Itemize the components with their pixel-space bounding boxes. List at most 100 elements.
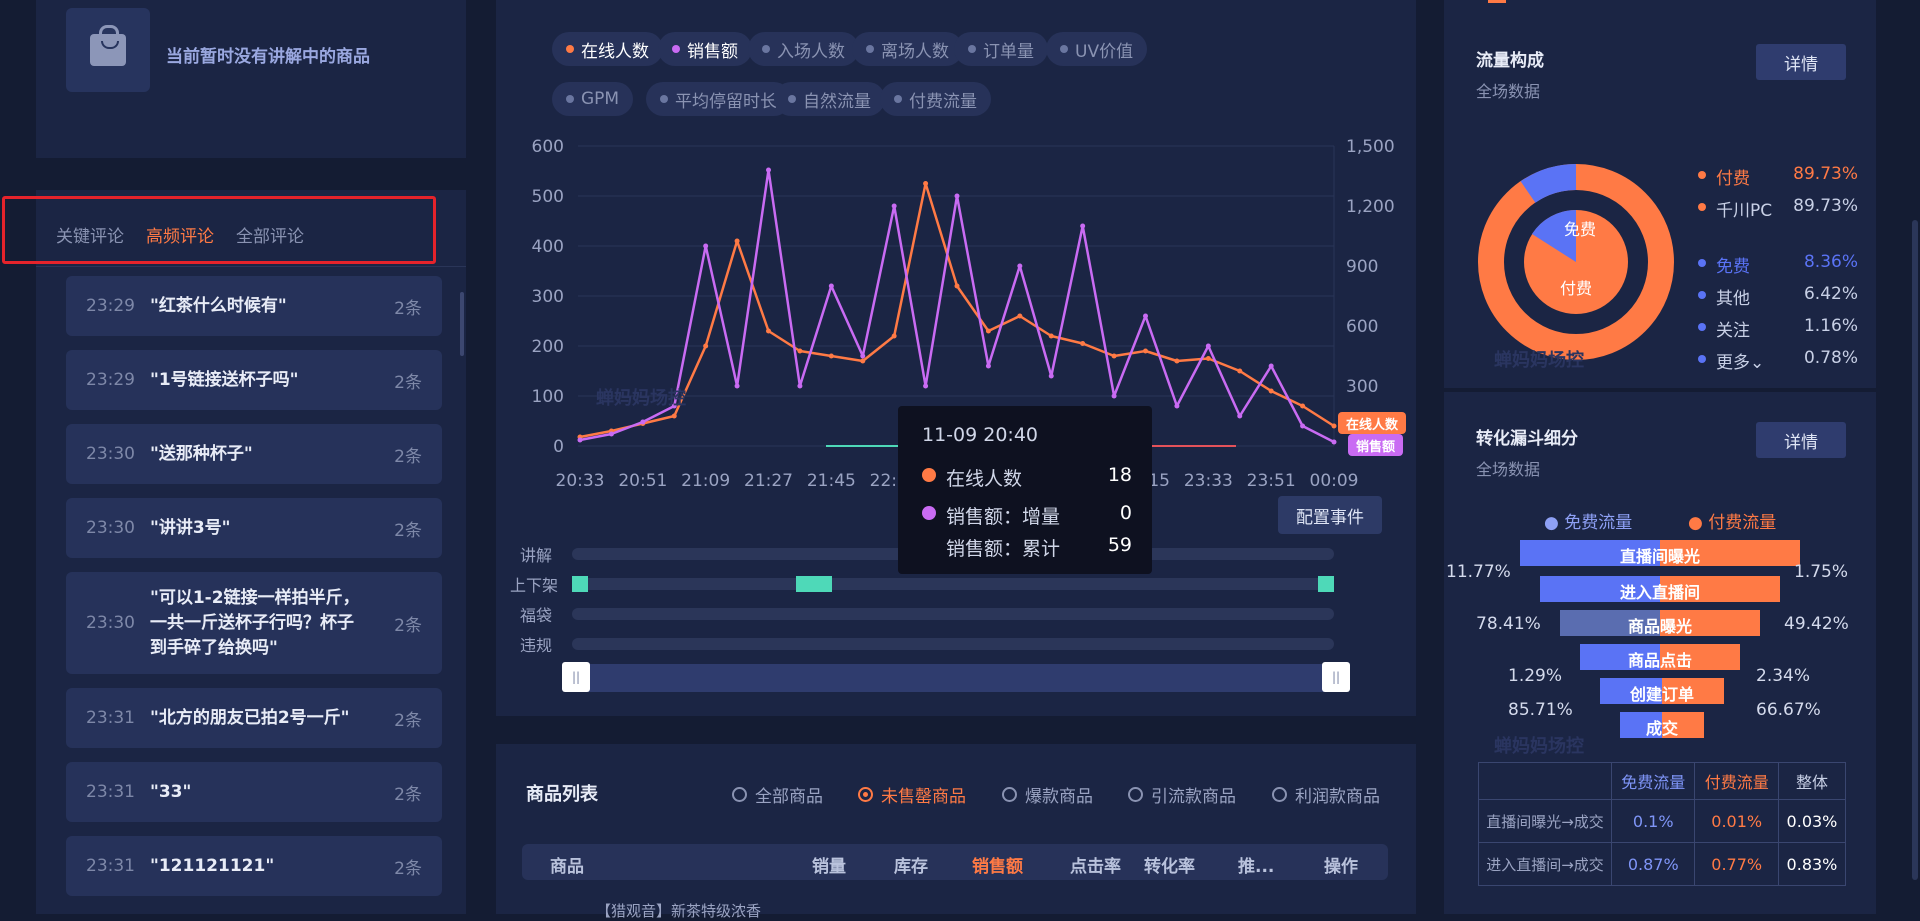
y-left-tick-label: 600 (532, 137, 564, 157)
col-sales[interactable]: 销量 (812, 852, 846, 877)
comment-item[interactable]: 23:30 "送那种杯子" 2条 (66, 424, 442, 484)
slider-handle-right[interactable]: || (1322, 662, 1350, 692)
flow-subtitle: 全场数据 (1476, 82, 1541, 101)
track-label-violation: 违规 (520, 636, 553, 655)
donut-label-paid: 付费 (1560, 279, 1592, 298)
comment-item[interactable]: 23:31 "121121121" 2条 (66, 836, 442, 896)
flow-legend-item: 关注 1.16% (1698, 316, 1858, 341)
tab-frequent-comments[interactable]: 高频评论 (146, 222, 214, 247)
data-point (1300, 423, 1306, 429)
filter-traffic-products[interactable]: 引流款商品 (1128, 782, 1236, 807)
table-row: 直播间曝光→成交 0.1% 0.01% 0.03% (1478, 799, 1847, 843)
data-point (766, 167, 771, 173)
tooltip-time: 11-09 20:40 (922, 424, 1039, 446)
data-point (1143, 313, 1148, 319)
cell-paid: 0.77% (1694, 842, 1779, 886)
funnel-step-label: 商品点击 (1627, 651, 1692, 670)
flow-legend-item: 付费 89.73% (1698, 164, 1858, 189)
funnel-right-pct: 66.67% (1756, 700, 1821, 720)
col-revenue[interactable]: 销售额 (972, 852, 1023, 877)
time-range-slider[interactable]: || || (562, 662, 1350, 692)
product-list-title: 商品列表 (526, 784, 598, 805)
comment-scrollbar[interactable] (460, 292, 464, 356)
comment-item[interactable]: 23:31 "33" 2条 (66, 762, 442, 822)
legend-dot (1698, 259, 1706, 267)
data-point (640, 419, 646, 425)
data-point (797, 383, 803, 389)
x-tick-label: 20:51 (618, 471, 667, 491)
funnel-step[interactable]: 商品曝光 (1560, 610, 1760, 636)
data-point (923, 181, 929, 186)
row-label: 进入直播间→成交 (1478, 842, 1612, 886)
page-scrollbar[interactable] (1912, 220, 1918, 880)
funnel-left-pct: 11.77% (1446, 562, 1511, 582)
filter-all-products[interactable]: 全部商品 (732, 782, 823, 807)
data-point (1331, 423, 1337, 429)
funnel-step[interactable]: 创建订单 (1600, 678, 1724, 704)
conversion-funnel-panel: 转化漏斗细分 全场数据 详情 ● 免费流量 ● 付费流量 直播间曝光 进入直播间商… (1444, 392, 1876, 914)
legend-dot (1698, 323, 1706, 331)
funnel-step[interactable]: 进入直播间 (1540, 576, 1780, 602)
comment-item[interactable]: 23:29 "1号链接送杯子吗" 2条 (66, 350, 442, 410)
data-point (1205, 343, 1211, 349)
flow-legend-item: 千川PC 89.73% (1698, 196, 1858, 221)
filter-unsold-out[interactable]: 未售罄商品 (858, 782, 966, 807)
tab-key-comments[interactable]: 关键评论 (56, 222, 124, 247)
product-row-name[interactable]: 【猎观音】新茶特级浓香 (596, 900, 761, 921)
comment-item[interactable]: 23:29 "红茶什么时候有" 2条 (66, 276, 442, 336)
comment-text: "北方的朋友已拍2号一斤" (150, 707, 350, 728)
y-right-tick-label: 300 (1346, 377, 1378, 397)
comment-item[interactable]: 23:30 "可以1-2链接一样拍半斤，一共一斤送杯子行吗？杯子到手碎了给换吗" 2… (66, 572, 442, 674)
shopping-bag-icon (66, 8, 150, 92)
y-left-tick-label: 0 (553, 437, 564, 457)
funnel-step[interactable]: 商品点击 (1580, 644, 1740, 670)
listing-segment[interactable] (572, 576, 588, 592)
config-event-button[interactable]: 配置事件 (1278, 496, 1382, 534)
table-header: 整体 (1777, 762, 1847, 800)
filter-hot-products[interactable]: 爆款商品 (1002, 782, 1093, 807)
col-stock[interactable]: 库存 (894, 852, 928, 877)
data-point (985, 363, 991, 369)
funnel-subtitle: 全场数据 (1476, 460, 1541, 479)
data-point (1111, 393, 1117, 399)
cell-total: 0.03% (1777, 799, 1847, 843)
flow-detail-button[interactable]: 详情 (1756, 44, 1846, 80)
col-product: 商品 (550, 857, 584, 877)
col-ctr[interactable]: 点击率 (1070, 852, 1121, 877)
listing-segment[interactable] (796, 576, 832, 592)
comment-time: 23:31 (86, 856, 135, 876)
traffic-donut-chart[interactable]: 免费 付费 (1476, 162, 1676, 362)
tab-indicator (1488, 0, 1506, 3)
data-point (608, 431, 614, 437)
watermark-text: 蝉妈妈场控 (596, 388, 686, 409)
y-right-tick-label: 1,200 (1346, 197, 1395, 217)
data-point (1300, 403, 1306, 409)
comment-text: "33" (150, 781, 192, 802)
flow-legend-item[interactable]: 更多⌄ 0.78% (1698, 348, 1858, 373)
data-point (1048, 333, 1054, 339)
legend-dot (1698, 291, 1706, 299)
col-promo[interactable]: 推... (1238, 852, 1274, 877)
comment-item[interactable]: 23:30 "讲讲3号" 2条 (66, 498, 442, 558)
flow-legend-item: 免费 8.36% (1698, 252, 1858, 277)
slider-handle-left[interactable]: || (562, 662, 590, 692)
x-tick-label: 20:33 (556, 471, 605, 491)
data-point (734, 238, 740, 244)
data-point (1268, 388, 1274, 394)
current-product-panel: 当前暂时没有讲解中的商品 (36, 0, 466, 158)
col-conversion[interactable]: 转化率 (1144, 852, 1195, 877)
data-point (1237, 368, 1243, 374)
table-row: 进入直播间→成交 0.87% 0.77% 0.83% (1478, 842, 1847, 886)
funnel-right-pct: 2.34% (1756, 666, 1811, 686)
comment-time: 23:30 (86, 518, 135, 538)
funnel-step[interactable]: 成交 (1620, 712, 1704, 738)
data-point (1174, 403, 1180, 409)
filter-profit-products[interactable]: 利润款商品 (1272, 782, 1380, 807)
funnel-step[interactable]: 直播间曝光 (1520, 540, 1800, 566)
comment-list: 23:29 "红茶什么时候有" 2条 23:29 "1号链接送杯子吗" 2条 23:30 "送… (66, 276, 442, 910)
listing-segment[interactable] (1318, 576, 1334, 592)
comment-item[interactable]: 23:31 "北方的朋友已拍2号一斤" 2条 (66, 688, 442, 748)
funnel-detail-button[interactable]: 详情 (1756, 422, 1846, 458)
tab-all-comments[interactable]: 全部评论 (236, 222, 304, 247)
tooltip-value: 0 (1119, 502, 1132, 524)
